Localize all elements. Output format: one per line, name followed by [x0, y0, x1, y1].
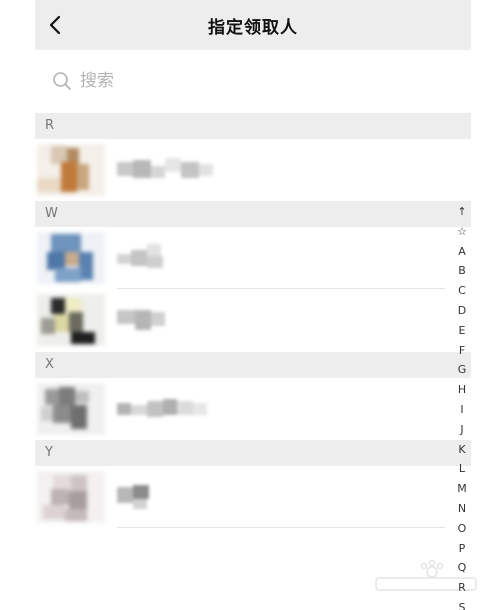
index-letter[interactable]: O [453, 519, 471, 539]
index-letter[interactable]: J [453, 420, 471, 440]
index-letter[interactable]: Q [453, 558, 471, 578]
search-bar[interactable] [35, 50, 471, 112]
contact-picker: 指定领取人 R [35, 0, 471, 610]
index-letter[interactable]: K [453, 440, 471, 460]
navigation-bar: 指定领取人 [35, 0, 471, 50]
index-letter[interactable]: S [453, 598, 471, 610]
contact-row[interactable] [35, 378, 445, 440]
avatar [37, 232, 105, 284]
index-letter[interactable]: A [453, 242, 471, 262]
index-letter[interactable]: ☆ [453, 222, 471, 242]
contact-name-redacted [117, 244, 227, 272]
index-letter[interactable]: L [453, 459, 471, 479]
contact-row[interactable] [35, 227, 445, 289]
section-header-w: W [35, 201, 471, 227]
section-header-y: Y [35, 440, 471, 466]
index-letter[interactable]: H [453, 380, 471, 400]
index-letter[interactable]: R [453, 578, 471, 598]
avatar [37, 144, 105, 196]
index-letter[interactable]: B [453, 261, 471, 281]
page-title: 指定领取人 [208, 18, 298, 38]
contact-name-redacted [117, 483, 227, 511]
index-letter[interactable]: D [453, 301, 471, 321]
screen: 指定领取人 R [0, 0, 489, 610]
contact-name-redacted [117, 306, 227, 334]
avatar [37, 471, 105, 523]
index-letter[interactable]: F [453, 341, 471, 361]
index-letter[interactable]: P [453, 539, 471, 559]
index-letter[interactable]: E [453, 321, 471, 341]
index-letter[interactable]: I [453, 400, 471, 420]
contact-row[interactable] [35, 289, 445, 351]
avatar [37, 383, 105, 435]
index-letter[interactable]: N [453, 499, 471, 519]
contact-row[interactable] [35, 139, 445, 201]
alphabet-index-bar[interactable]: ↑ ☆ A B C D E F G H I J K L M N O P Q R S [453, 202, 471, 610]
index-letter[interactable]: M [453, 479, 471, 499]
search-input[interactable] [80, 71, 380, 91]
index-letter[interactable]: ↑ [453, 202, 471, 222]
contact-row[interactable] [35, 466, 445, 528]
index-letter[interactable]: C [453, 281, 471, 301]
index-letter[interactable]: G [453, 360, 471, 380]
section-header-r: R [35, 113, 471, 139]
row-divider [117, 527, 445, 528]
section-header-x: X [35, 352, 471, 378]
avatar [37, 294, 105, 346]
contact-name-redacted [117, 156, 227, 184]
search-icon [53, 72, 71, 90]
contact-name-redacted [117, 395, 227, 423]
